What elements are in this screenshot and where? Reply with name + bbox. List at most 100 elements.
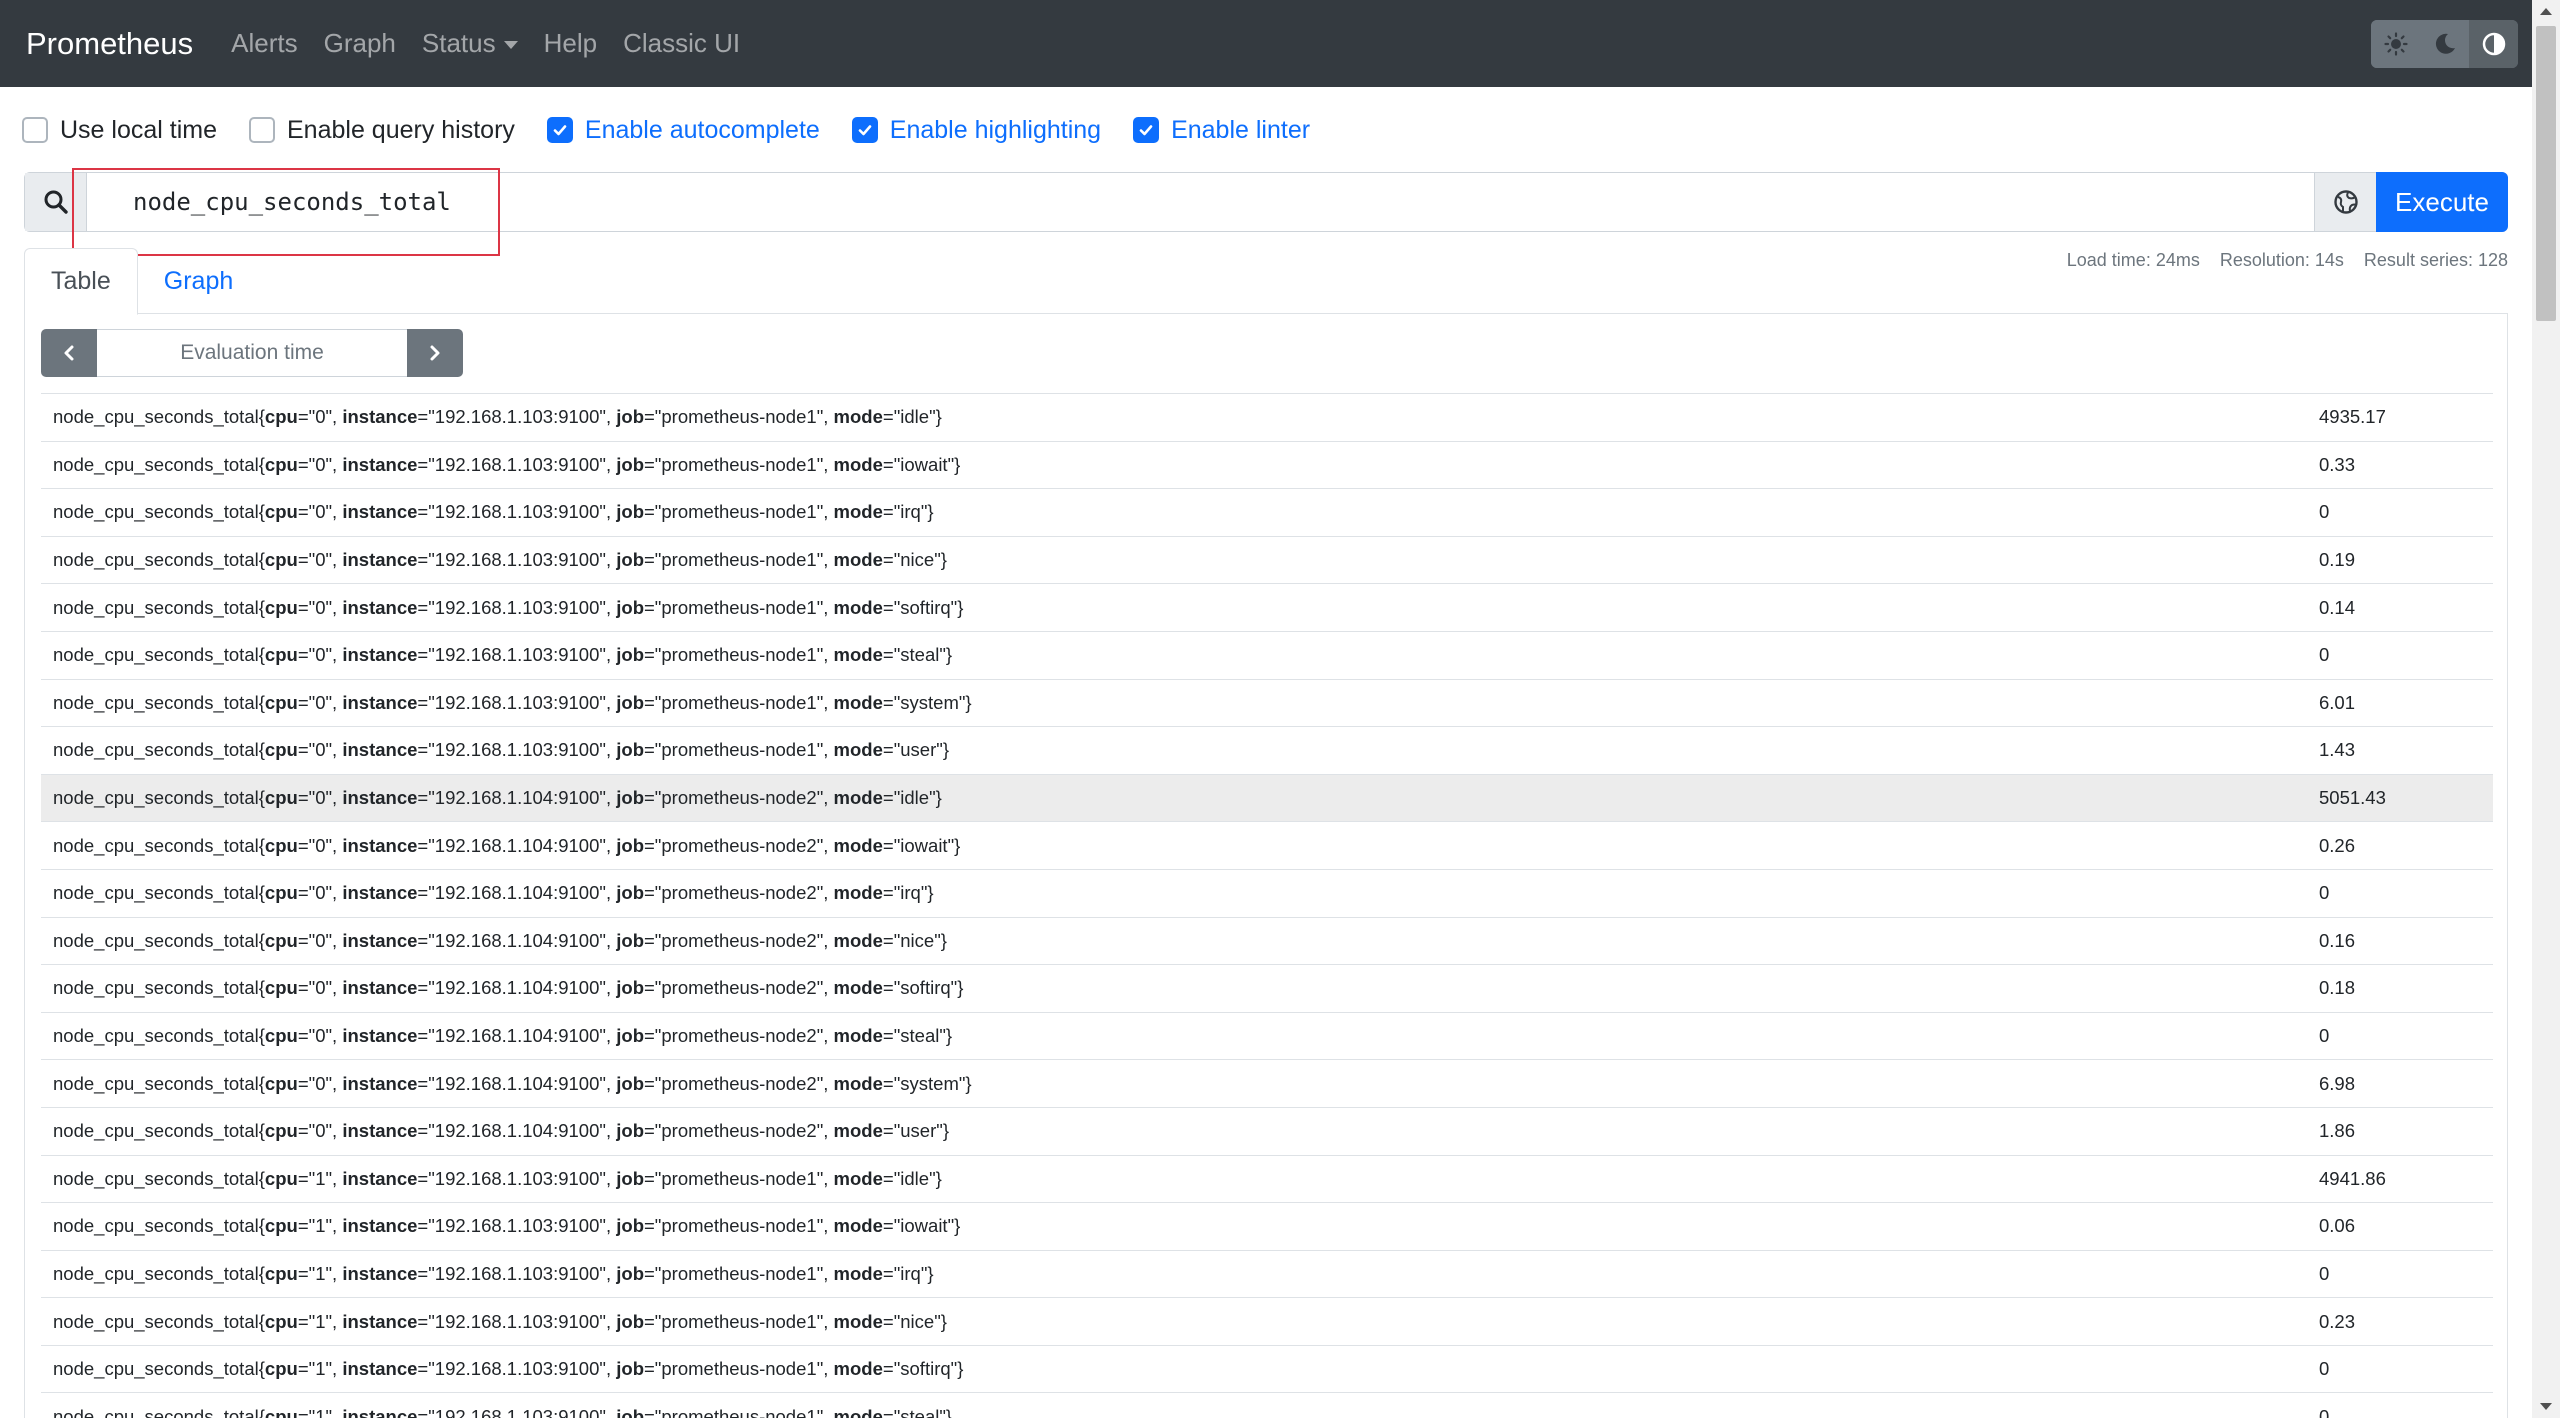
label-key: instance xyxy=(342,834,418,856)
metrics-explorer-button[interactable] xyxy=(2314,173,2376,231)
sample-value: 0 xyxy=(2319,882,2330,904)
label-key: job xyxy=(616,977,644,999)
label-value: prometheus-node1 xyxy=(661,596,817,618)
label-value: prometheus-node1 xyxy=(661,1167,817,1189)
label-key: cpu xyxy=(264,691,298,713)
label-value: steal xyxy=(900,1025,940,1047)
checkbox[interactable] xyxy=(851,117,878,143)
sample-value: 0.06 xyxy=(2319,1215,2356,1237)
label-key: mode xyxy=(833,1310,883,1332)
label-value: 1 xyxy=(315,1405,326,1418)
page-scrollbar[interactable] xyxy=(2532,0,2560,1418)
scroll-up-arrow-icon[interactable] xyxy=(2540,8,2552,15)
scrollbar-thumb[interactable] xyxy=(2536,26,2556,321)
label-key: cpu xyxy=(264,1358,298,1380)
label-key: mode xyxy=(833,1025,883,1047)
option-enable-highlighting[interactable]: Enable highlighting xyxy=(851,116,1101,145)
execute-button[interactable]: Execute xyxy=(2376,172,2508,232)
auto-theme-button[interactable] xyxy=(2469,20,2518,68)
nav-classic-ui[interactable]: Classic UI xyxy=(623,28,740,59)
table-row: node_cpu_seconds_total{cpu="0", instance… xyxy=(41,678,2493,727)
label-value: 0 xyxy=(315,977,326,999)
tab-table[interactable]: Table xyxy=(24,248,138,315)
label-key: cpu xyxy=(264,1262,298,1284)
caret-down-icon xyxy=(503,40,518,49)
globe-icon xyxy=(2333,190,2358,214)
nav-alerts[interactable]: Alerts xyxy=(231,28,297,59)
label-value: 192.168.1.104:9100 xyxy=(434,929,600,951)
label-key: job xyxy=(616,1310,644,1332)
label-key: instance xyxy=(342,929,418,951)
label-value: softirq xyxy=(900,596,951,618)
label-value: prometheus-node1 xyxy=(661,1262,817,1284)
label-key: cpu xyxy=(264,644,298,666)
option-label: Use local time xyxy=(60,115,217,144)
eval-time-forward-button[interactable] xyxy=(407,329,463,377)
sample-value: 0 xyxy=(2319,1025,2330,1047)
table-row: node_cpu_seconds_total{cpu="0", instance… xyxy=(41,535,2493,584)
tab-graph[interactable]: Graph xyxy=(138,248,259,314)
label-key: mode xyxy=(833,977,883,999)
option-label: Enable query history xyxy=(287,115,515,144)
option-enable-linter[interactable]: Enable linter xyxy=(1133,116,1310,145)
label-key: instance xyxy=(342,1262,418,1284)
metric-name: node_cpu_seconds_total xyxy=(53,501,259,523)
option-enable-autocomplete[interactable]: Enable autocomplete xyxy=(546,116,820,145)
checkbox[interactable] xyxy=(249,117,275,143)
label-value: idle xyxy=(900,406,930,428)
evaluation-time-input[interactable]: Evaluation time xyxy=(97,329,407,377)
label-key: job xyxy=(616,549,644,571)
sample-value: 0 xyxy=(2319,1262,2330,1284)
brand-logo[interactable]: Prometheus xyxy=(26,26,193,62)
light-theme-button[interactable] xyxy=(2371,20,2420,68)
series-labels: node_cpu_seconds_total{cpu="0", instance… xyxy=(53,882,934,904)
scroll-down-arrow-icon[interactable] xyxy=(2540,1403,2552,1410)
label-key: instance xyxy=(342,739,418,761)
eval-time-back-button[interactable] xyxy=(41,329,97,377)
series-labels: node_cpu_seconds_total{cpu="0", instance… xyxy=(53,644,953,666)
metric-name: node_cpu_seconds_total xyxy=(53,691,259,713)
evaluation-time-control: Evaluation time xyxy=(41,329,463,377)
nav-graph[interactable]: Graph xyxy=(324,28,396,59)
table-row: node_cpu_seconds_total{cpu="1", instance… xyxy=(41,1297,2493,1345)
contrast-icon xyxy=(2482,32,2505,56)
metric-name: node_cpu_seconds_total xyxy=(53,1072,259,1094)
label-value: user xyxy=(900,1120,937,1142)
label-value: 192.168.1.104:9100 xyxy=(434,977,600,999)
label-value: prometheus-node2 xyxy=(661,1072,817,1094)
label-key: job xyxy=(616,453,644,475)
sample-value: 6.01 xyxy=(2319,691,2356,713)
label-key: cpu xyxy=(264,1072,298,1094)
label-value: 1 xyxy=(315,1262,326,1284)
nav-status-dropdown[interactable]: Status xyxy=(422,28,518,59)
option-use-local-time[interactable]: Use local time xyxy=(22,116,217,145)
label-value: 192.168.1.103:9100 xyxy=(434,1405,600,1418)
table-row: node_cpu_seconds_total{cpu="0", instance… xyxy=(41,1059,2493,1107)
sample-value: 0.23 xyxy=(2319,1310,2356,1332)
metric-name: node_cpu_seconds_total xyxy=(53,406,259,428)
label-key: mode xyxy=(833,644,883,666)
metric-name: node_cpu_seconds_total xyxy=(53,549,259,571)
label-key: job xyxy=(616,1262,644,1284)
label-key: cpu xyxy=(264,787,298,809)
label-key: instance xyxy=(342,549,418,571)
table-row: node_cpu_seconds_total{cpu="0", instance… xyxy=(41,630,2493,679)
table-row: node_cpu_seconds_total{cpu="1", instance… xyxy=(41,1202,2493,1250)
option-enable-query-history[interactable]: Enable query history xyxy=(249,116,515,145)
label-value: 1 xyxy=(315,1310,326,1332)
sample-value: 1.43 xyxy=(2319,739,2356,761)
label-value: 1 xyxy=(315,1215,326,1237)
label-value: 0 xyxy=(315,501,326,523)
sample-value: 6.98 xyxy=(2319,1072,2356,1094)
checkbox[interactable] xyxy=(22,117,48,143)
dark-theme-button[interactable] xyxy=(2420,20,2469,68)
checkbox[interactable] xyxy=(546,117,573,143)
label-value: 192.168.1.104:9100 xyxy=(434,787,600,809)
label-value: irq xyxy=(900,1262,921,1284)
sample-value: 4941.86 xyxy=(2319,1167,2386,1189)
series-labels: node_cpu_seconds_total{cpu="0", instance… xyxy=(53,739,950,761)
checkbox[interactable] xyxy=(1133,117,1160,143)
label-value: prometheus-node1 xyxy=(661,501,817,523)
nav-help[interactable]: Help xyxy=(544,28,597,59)
series-labels: node_cpu_seconds_total{cpu="0", instance… xyxy=(53,549,947,571)
